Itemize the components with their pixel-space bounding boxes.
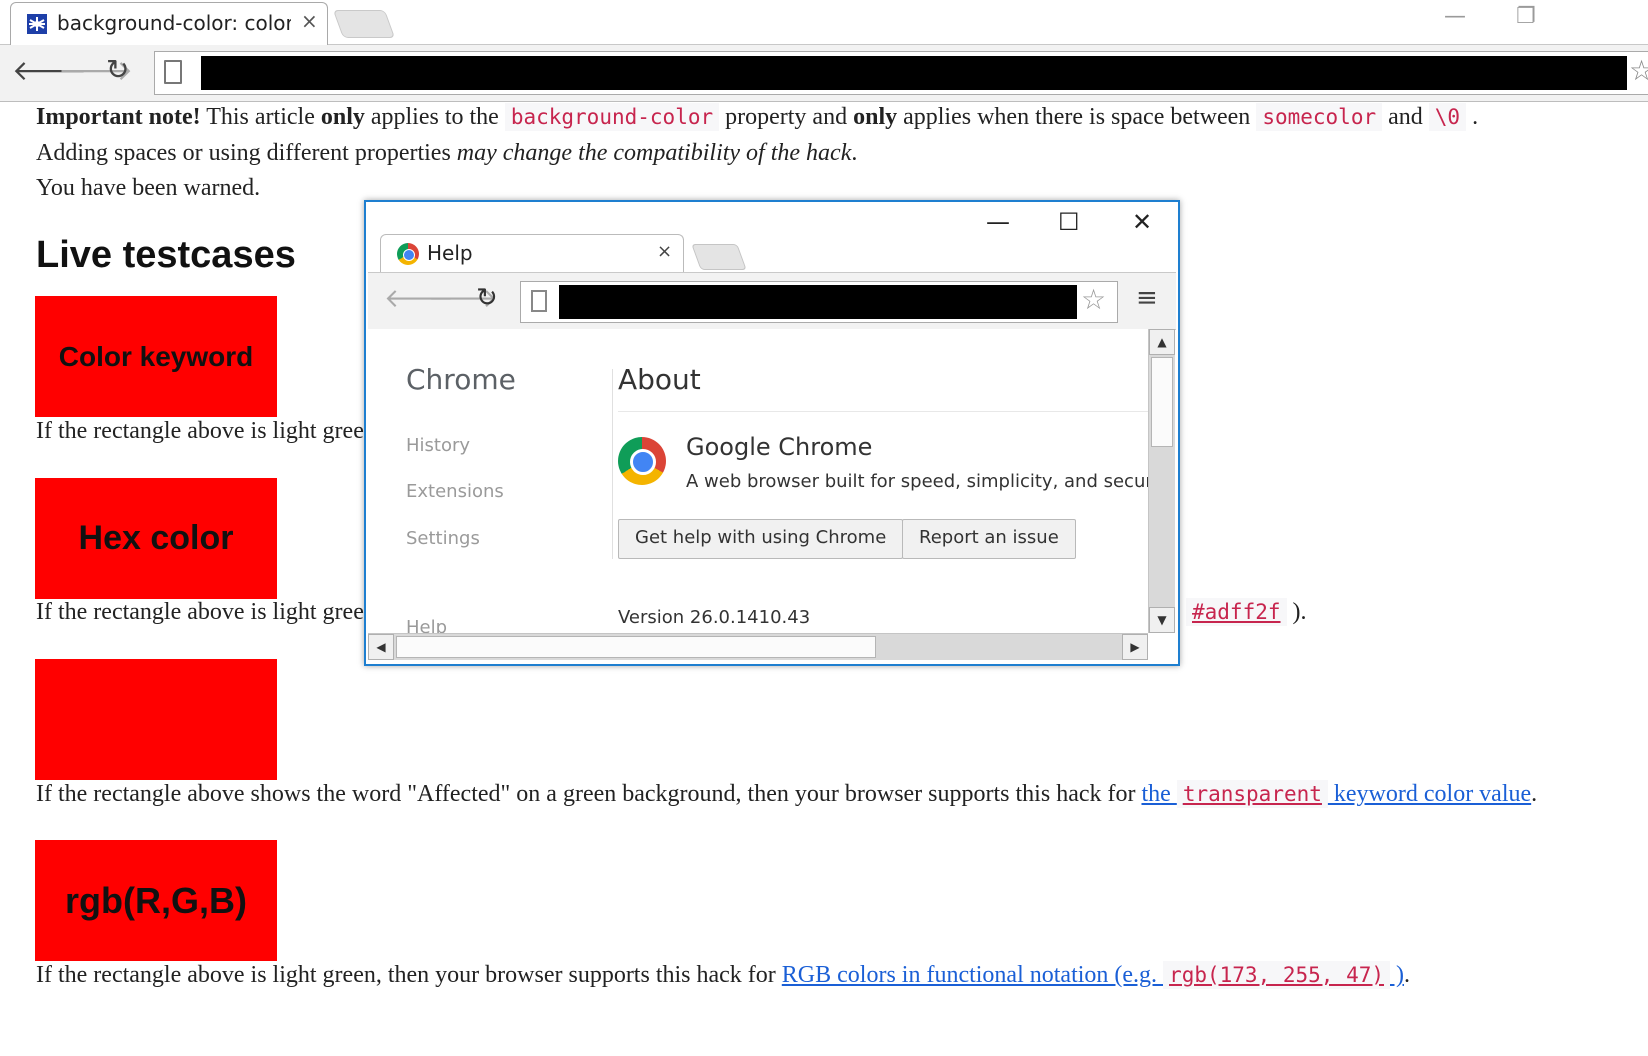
note-text: Adding spaces or using different propert… [36, 140, 457, 166]
rgb-colors-link[interactable]: RGB colors in functional notation (e.g. … [781, 961, 1404, 989]
help-address-bar[interactable]: ☆ [520, 281, 1118, 323]
spider-favicon-icon [27, 14, 47, 34]
report-issue-button[interactable]: Report an issue [902, 519, 1076, 559]
reload-icon[interactable]: ↻ [476, 283, 498, 313]
note-text: and [1382, 104, 1429, 130]
horizontal-scrollbar[interactable]: ◀ ▶ [368, 633, 1148, 660]
tab-close-icon[interactable]: × [301, 9, 318, 33]
vertical-scrollbar[interactable]: ▲ ▼ [1148, 329, 1175, 633]
minimize-icon[interactable]: — [1444, 4, 1466, 29]
scroll-right-icon[interactable]: ▶ [1122, 634, 1148, 660]
page-icon [164, 60, 182, 84]
note-emphasis: may change the compatibility of the hack [456, 140, 852, 166]
help-toolbar: 🡐 🡒 ↻ ☆ ≡ [368, 272, 1176, 330]
help-tab-close-icon[interactable]: × [657, 241, 672, 262]
horizontal-scroll-thumb[interactable] [396, 636, 876, 658]
note-text: applies to the [364, 104, 505, 130]
sidebar-item-history[interactable]: History [406, 435, 470, 456]
note-text: property and [719, 104, 854, 130]
get-help-button[interactable]: Get help with using Chrome [618, 519, 904, 559]
redacted-url [201, 56, 1627, 90]
important-note: Important note! This article only applie… [36, 103, 1479, 131]
section-heading: Live testcases [36, 234, 296, 276]
chrome-logo-icon [618, 437, 666, 485]
page-icon [531, 290, 547, 312]
about-title: About [618, 363, 701, 396]
menu-icon[interactable]: ≡ [1136, 283, 1158, 313]
caption-end: . [1404, 962, 1410, 988]
redacted-url [559, 285, 1077, 319]
browser-tab[interactable]: background-color: color\ × [10, 2, 328, 45]
caption-end: ). [1286, 599, 1307, 625]
about-divider [618, 411, 1148, 412]
hex-tail: #adff2f ). [1186, 598, 1307, 626]
box-label: Hex color [78, 519, 234, 557]
box-label: rgb(R,G,B) [65, 879, 247, 921]
note-only: only [853, 104, 898, 130]
caption-end: . [1531, 781, 1538, 807]
new-tab-button[interactable] [691, 244, 747, 270]
box-label: Color keyword [58, 340, 254, 372]
testcase-caption: If the rectangle above is light green, t… [36, 961, 1410, 989]
note-line-2: Adding spaces or using different propert… [36, 140, 857, 167]
restore-icon[interactable]: ❐ [1516, 4, 1536, 29]
code-somecolor: somecolor [1256, 103, 1383, 131]
vertical-scroll-thumb[interactable] [1151, 357, 1173, 447]
scroll-left-icon[interactable]: ◀ [368, 634, 394, 660]
browser-toolbar: 🡐 🡒 ↻ ☆ [0, 45, 1648, 102]
warning-line: You have been warned. [36, 175, 261, 201]
link-text: the [1141, 781, 1177, 807]
help-window: — ☐ ✕ Help × 🡐 🡒 ↻ ☆ ≡ Chrome History Ex… [364, 200, 1180, 666]
link-text: keyword color value [1327, 781, 1532, 807]
note-only: only [320, 104, 365, 130]
window-maximize-icon[interactable]: ☐ [1058, 208, 1080, 236]
note-text: . [1466, 104, 1479, 130]
note-text: applies when there is space between [897, 104, 1257, 130]
help-tab-title: Help [427, 241, 473, 265]
code-transparent: transparent [1176, 780, 1328, 808]
scroll-up-icon[interactable]: ▲ [1149, 329, 1175, 355]
tab-title: background-color: color\ [57, 11, 291, 35]
note-text: This article [200, 104, 321, 130]
testcase-box-hex: Hex color [35, 478, 277, 599]
caption-text: If the rectangle above shows the word "A… [36, 781, 1142, 807]
sidebar-item-extensions[interactable]: Extensions [406, 481, 504, 502]
sidebar-item-settings[interactable]: Settings [406, 528, 480, 549]
link-text: RGB colors in functional notation (e.g. [781, 962, 1164, 988]
note-text: . [851, 140, 858, 166]
code-hex-value: #adff2f [1186, 598, 1287, 626]
about-page: Chrome History Extensions Settings Help … [368, 329, 1148, 633]
product-name: Google Chrome [686, 433, 873, 461]
testcase-caption: If the rectangle above is light green [36, 599, 376, 625]
chrome-favicon-icon [397, 243, 419, 265]
sidebar-title: Chrome [406, 363, 516, 396]
version-text: Version 26.0.1410.43 [618, 607, 811, 628]
note-bold: Important note! [36, 104, 201, 130]
sidebar-divider [612, 369, 613, 559]
tab-strip: background-color: color\ × — ❐ [0, 0, 1648, 45]
help-tab[interactable]: Help × [380, 234, 684, 273]
bookmark-star-icon[interactable]: ☆ [1081, 283, 1106, 316]
sidebar-item-help[interactable]: Help [406, 617, 447, 633]
product-description: A web browser built for speed, simplicit… [686, 471, 1148, 492]
testcase-box-rgb: rgb(R,G,B) [35, 840, 277, 961]
testcase-box-keyword: Color keyword [35, 296, 277, 417]
caption-text: If the rectangle above is light green, t… [36, 962, 782, 988]
window-minimize-icon[interactable]: — [986, 208, 1010, 236]
address-bar[interactable]: ☆ [154, 51, 1648, 95]
window-close-icon[interactable]: ✕ [1132, 208, 1152, 236]
reload-icon[interactable]: ↻ [106, 53, 129, 86]
testcase-caption: If the rectangle above is light green [36, 418, 376, 444]
testcase-box-transparent [35, 659, 277, 780]
code-background-color: background-color [504, 103, 720, 131]
code-rgb-example: rgb(173, 255, 47) [1163, 961, 1390, 989]
bookmark-star-icon[interactable]: ☆ [1629, 54, 1648, 87]
new-tab-button[interactable] [332, 10, 396, 38]
code-backslash-zero: \0 [1428, 103, 1467, 131]
transparent-keyword-link[interactable]: the transparent keyword color value [1141, 780, 1532, 808]
testcase-caption: If the rectangle above shows the word "A… [36, 780, 1538, 808]
link-text: ) [1390, 962, 1404, 988]
hex-link[interactable]: #adff2f [1186, 598, 1287, 626]
scroll-down-icon[interactable]: ▼ [1149, 607, 1175, 633]
